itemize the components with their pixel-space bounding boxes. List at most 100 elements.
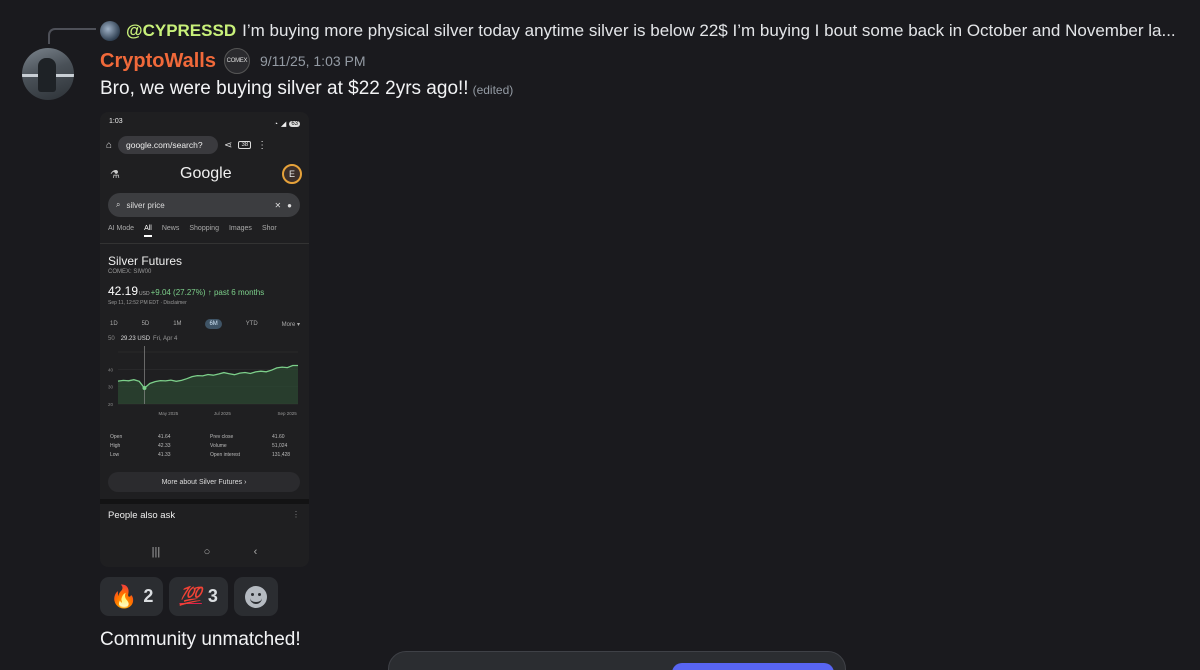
- home-button-icon: ○: [203, 546, 211, 558]
- hover-value: 29.23 USD: [120, 336, 151, 342]
- hover-date: Fri, Apr 4: [153, 336, 178, 342]
- search-tabs: AI Mode All News Shopping Images Shor: [108, 225, 309, 237]
- people-also-ask: People also ask: [108, 510, 176, 521]
- stats-table: Open 41.64 Prev close 41.60 High 42.33 V…: [110, 432, 300, 459]
- attached-screenshot[interactable]: 1:03 ◔ ◢ 63 ⌂ google.com/search? ⋖ 38 ⋮ …: [100, 112, 309, 567]
- message-header: CryptoWalls COMEX 9/11/25, 1:03 PM: [100, 48, 366, 74]
- reply-text[interactable]: I’m buying more physical silver today an…: [242, 21, 1176, 41]
- reply-connector: [48, 28, 96, 44]
- clear-icon: ✕: [274, 200, 282, 210]
- signal-icon: ◢: [280, 121, 287, 128]
- stat-value: 131,428: [272, 451, 291, 458]
- price-change: +9.04 (27.27%) ↑ past 6 months: [150, 288, 265, 297]
- y-tick-label: 30: [108, 385, 114, 390]
- search-query: silver price: [126, 200, 165, 210]
- search-icon: ⌕: [116, 200, 121, 209]
- search-tab: Shor: [261, 225, 277, 232]
- message-body: Bro, we were buying silver at $22 2yrs a…: [100, 78, 469, 99]
- price-timestamp: Sep 11, 12:52 PM EDT · Disclaimer: [108, 300, 187, 306]
- more-vert-icon: ⋮: [292, 510, 300, 519]
- google-search-box: ⌕ silver price ✕ ●: [108, 193, 300, 217]
- role-badge-icon[interactable]: COMEX: [223, 48, 250, 74]
- stat-value: 41.60: [272, 433, 285, 440]
- share-icon: ⋖: [224, 139, 233, 151]
- fire-emoji-icon: 🔥: [110, 583, 138, 609]
- reactions: 🔥 2 💯 3: [100, 577, 278, 616]
- stat-key: Open interest: [210, 451, 241, 458]
- range-selector: 1D 5D 1M 6M YTD More ▾: [110, 319, 300, 329]
- stat-key: Volume: [210, 442, 227, 449]
- stats-row: High 42.33 Volume 51,024: [110, 441, 300, 450]
- status-bar: 1:03 ◔ ◢ 63: [109, 118, 300, 130]
- recents-icon: |||: [151, 546, 161, 558]
- range-option-selected: 6M: [205, 319, 222, 329]
- reaction-count: 3: [207, 586, 218, 606]
- username[interactable]: CryptoWalls: [100, 50, 216, 73]
- jump-button[interactable]: [672, 663, 834, 670]
- timestamp[interactable]: 9/11/25, 1:03 PM: [260, 53, 366, 69]
- range-option: 1M: [173, 321, 182, 327]
- search-tab: AI Mode: [108, 225, 135, 232]
- battery-icon: 63: [289, 121, 300, 127]
- edited-label: (edited): [472, 83, 514, 97]
- reaction-hundred[interactable]: 💯 3: [169, 577, 228, 616]
- stat-value: 41.64: [158, 433, 171, 440]
- more-vert-icon: ⋮: [257, 139, 268, 151]
- more-about-link: More about Silver Futures ›: [108, 472, 300, 492]
- status-time: 1:03: [109, 118, 123, 125]
- hundred-emoji-icon: 💯: [179, 586, 202, 606]
- stat-value: 42.33: [158, 442, 171, 449]
- mic-icon: ●: [287, 200, 292, 210]
- search-tab: Shopping: [189, 225, 219, 232]
- price-value: 42.19: [108, 284, 139, 298]
- url-field: google.com/search?: [118, 136, 219, 154]
- range-option: More ▾: [281, 321, 300, 328]
- x-tick-label: May 2025: [159, 411, 179, 416]
- stat-key: Low: [110, 451, 120, 458]
- add-reaction-button[interactable]: [233, 577, 278, 616]
- chart-hover-readout: 50 29.23 USD Fri, Apr 4: [108, 336, 177, 342]
- back-icon: ‹: [253, 546, 258, 558]
- stat-key: High: [110, 442, 121, 449]
- reaction-count: 2: [143, 586, 154, 606]
- y-tick-label: 20: [108, 402, 114, 407]
- price-line: 42.19USD+9.04 (27.27%) ↑ past 6 months: [108, 284, 264, 298]
- browser-url-bar: ⌂ google.com/search? ⋖ 38 ⋮: [106, 134, 303, 156]
- search-tab: News: [161, 225, 180, 232]
- price-area-fill: [118, 365, 298, 404]
- result-exchange: COMEX: SIW00: [108, 269, 152, 275]
- stat-value: 41.33: [158, 451, 171, 458]
- labs-icon: ⚗: [110, 169, 120, 181]
- google-logo: Google: [180, 165, 232, 182]
- message-text: Bro, we were buying silver at $22 2yrs a…: [100, 78, 513, 100]
- range-option: 1D: [110, 321, 118, 327]
- reaction-fire[interactable]: 🔥 2: [100, 577, 164, 616]
- home-icon: ⌂: [106, 139, 113, 151]
- tab-count-icon: 38: [238, 141, 252, 149]
- reply-preview[interactable]: @CYPRESSD I’m buying more physical silve…: [100, 19, 1185, 43]
- price-chart: 40 30 20 May 2025 Jul 2025 Sep 2025: [108, 346, 298, 416]
- account-avatar: E: [282, 164, 302, 184]
- stats-row: Open 41.64 Prev close 41.60: [110, 432, 300, 441]
- stat-value: 51,024: [272, 442, 288, 449]
- android-nav-bar: ||| ○ ‹: [100, 537, 309, 567]
- price-currency: USD: [139, 291, 150, 297]
- range-option: 5D: [141, 321, 150, 327]
- followup-message: Community unmatched!: [100, 629, 301, 650]
- result-title: Silver Futures: [108, 254, 183, 268]
- stat-key: Open: [110, 433, 123, 440]
- wifi-icon: ◔: [273, 120, 278, 128]
- hover-point: [142, 386, 147, 391]
- stats-row: Low 41.33 Open interest 131,428: [110, 450, 300, 459]
- avatar[interactable]: [22, 48, 74, 100]
- x-tick-label: Jul 2025: [214, 411, 232, 416]
- search-tab: Images: [228, 225, 252, 232]
- smiley-icon: [244, 585, 267, 608]
- reply-username[interactable]: @CYPRESSD: [126, 21, 236, 41]
- range-option: YTD: [245, 321, 258, 327]
- y-tick-label: 40: [108, 367, 114, 372]
- reply-avatar[interactable]: [100, 21, 120, 41]
- y-tick-label: 50: [108, 336, 115, 342]
- stat-key: Prev close: [210, 433, 234, 440]
- x-tick-label: Sep 2025: [278, 411, 298, 416]
